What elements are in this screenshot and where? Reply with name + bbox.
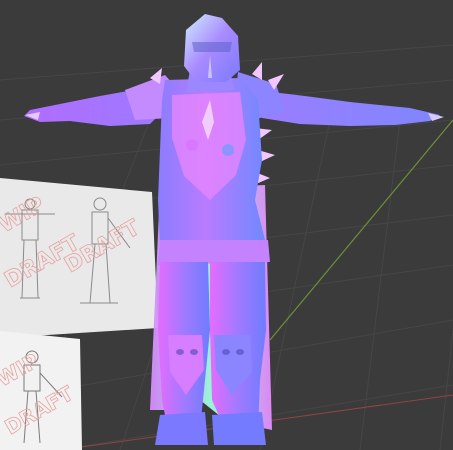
- belt: [158, 240, 270, 265]
- 3d-viewport[interactable]: WIP DRAFT DRAFT WIP DRAFT: [0, 0, 453, 450]
- left-boot: [155, 412, 208, 445]
- right-boot: [212, 412, 266, 445]
- knight-model[interactable]: [0, 0, 453, 450]
